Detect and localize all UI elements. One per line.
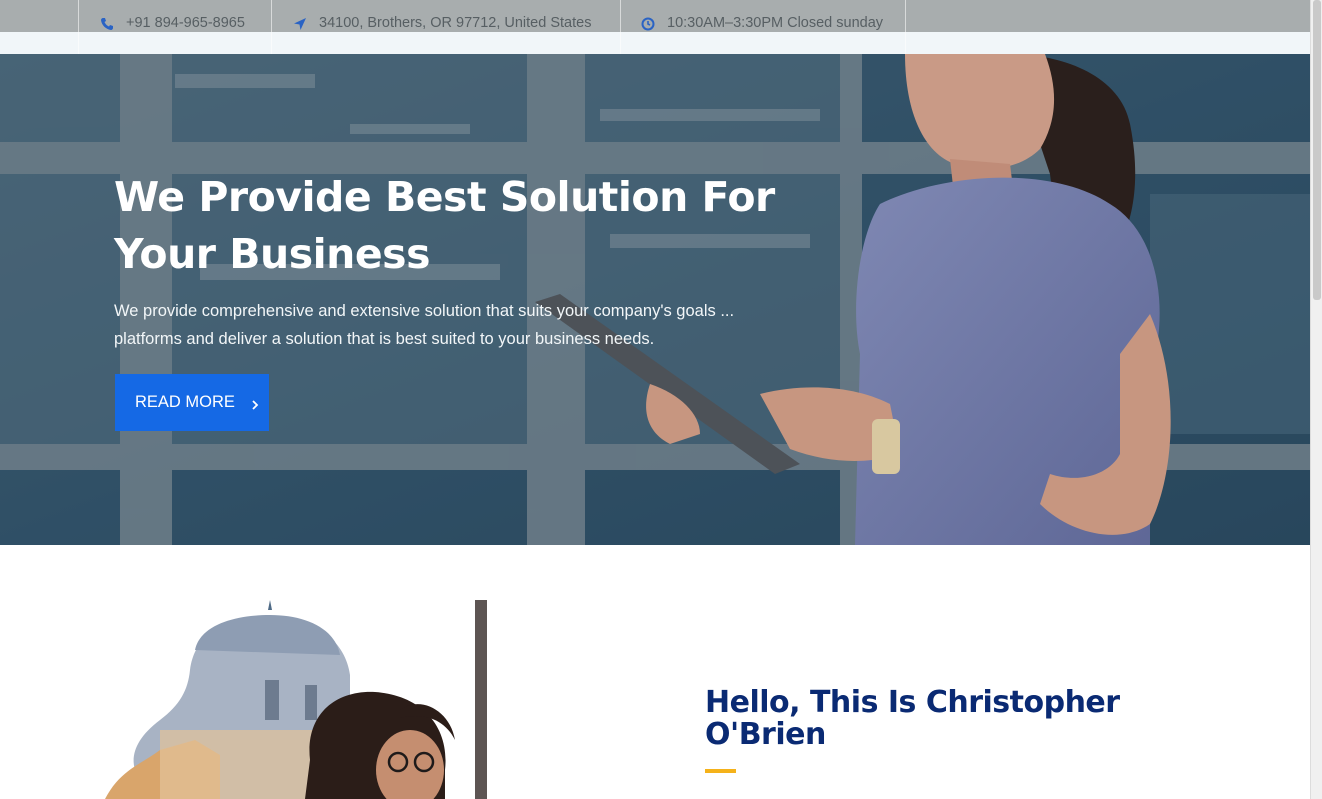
hero-description: We provide comprehensive and extensive s… bbox=[114, 302, 735, 348]
hero-title: We Provide Best Solution For Your Busine… bbox=[114, 173, 775, 278]
clock-icon bbox=[641, 17, 655, 31]
hero-section: We Provide Best Solution For Your Busine… bbox=[0, 54, 1310, 545]
read-more-label: READ MORE bbox=[135, 393, 235, 411]
phone-icon bbox=[100, 17, 114, 31]
contact-info-group: +91 894-965-8965 34100, Brothers, OR 977… bbox=[78, 0, 906, 54]
address-info[interactable]: 34100, Brothers, OR 97712, United States bbox=[271, 0, 620, 54]
about-image bbox=[100, 600, 500, 799]
phone-info[interactable]: +91 894-965-8965 bbox=[78, 0, 271, 54]
read-more-button[interactable]: READ MORE bbox=[115, 374, 269, 431]
top-info-bar: +91 894-965-8965 34100, Brothers, OR 977… bbox=[0, 0, 1310, 54]
about-title: Hello, This Is Christopher O'Brien bbox=[705, 685, 1120, 752]
hours-text: 10:30AM–3:30PM Closed sunday bbox=[667, 15, 884, 31]
address-text: 34100, Brothers, OR 97712, United States bbox=[319, 15, 592, 31]
navigation-arrow-icon bbox=[293, 17, 307, 31]
scrollbar-thumb[interactable] bbox=[1313, 0, 1321, 300]
hours-info: 10:30AM–3:30PM Closed sunday bbox=[620, 0, 906, 54]
phone-number: +91 894-965-8965 bbox=[126, 15, 245, 31]
title-underline bbox=[705, 769, 736, 773]
chevron-right-icon bbox=[249, 397, 261, 410]
page-scrollbar[interactable] bbox=[1310, 0, 1322, 799]
